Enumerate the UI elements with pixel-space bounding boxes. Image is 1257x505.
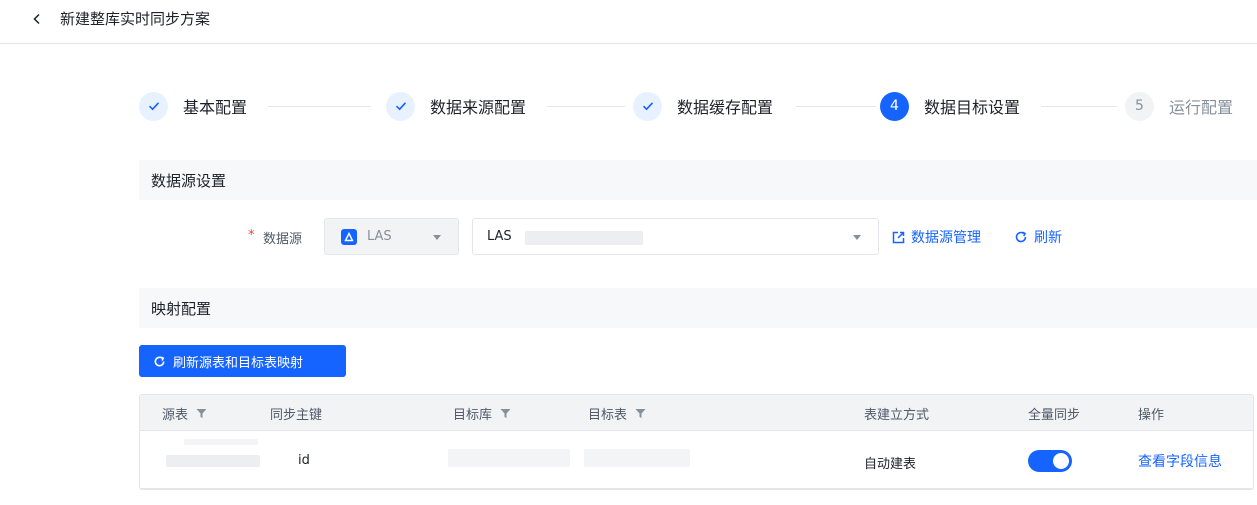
datasource-select[interactable]: LAS — [472, 218, 879, 255]
step-label: 数据缓存配置 — [677, 98, 774, 117]
column-header-target-db: 目标库 — [453, 404, 511, 423]
refresh-label: 刷新 — [1034, 230, 1062, 246]
view-fields-link[interactable]: 查看字段信息 — [1138, 451, 1222, 471]
table-row: id 自动建表 查看字段信息 — [140, 431, 1253, 489]
chevron-left-icon — [33, 13, 40, 25]
datasource-manage-label: 数据源管理 — [911, 230, 981, 246]
steps-bar: 基本配置 数据来源配置 数据缓存配置 4 数据目标设置 5 运行配置 — [139, 91, 1257, 121]
step-target-config[interactable]: 4 数据目标设置 — [880, 91, 1020, 121]
refresh-mapping-label: 刷新源表和目标表映射 — [173, 355, 304, 371]
column-label: 目标表 — [588, 408, 628, 423]
filter-icon[interactable] — [500, 408, 511, 419]
caret-down-icon — [853, 235, 861, 240]
step-number: 5 — [1125, 91, 1154, 121]
step-basic-config[interactable]: 基本配置 — [139, 91, 247, 121]
column-label: 源表 — [162, 408, 189, 423]
create-mode-cell: 自动建表 — [864, 457, 917, 472]
column-header-full-sync: 全量同步 — [1028, 404, 1080, 423]
required-mark: * — [248, 228, 255, 243]
column-header-target-table: 目标表 — [588, 404, 646, 423]
section-title-datasource: 数据源设置 — [139, 160, 1257, 200]
step-label: 数据目标设置 — [924, 98, 1021, 117]
column-label: 表建立方式 — [864, 408, 930, 423]
toggle-knob — [1053, 453, 1069, 469]
step-run-config[interactable]: 5 运行配置 — [1125, 91, 1233, 121]
full-sync-toggle[interactable] — [1028, 450, 1072, 472]
step-connector — [547, 106, 625, 107]
step-cache-config[interactable]: 数据缓存配置 — [633, 91, 773, 121]
caret-down-icon — [433, 235, 441, 240]
table-header: 源表 同步主键 目标库 目标表 表建立方式 全量同步 操作 — [140, 395, 1253, 431]
check-icon — [633, 91, 662, 121]
back-button[interactable] — [26, 8, 48, 30]
external-link-icon — [892, 231, 905, 243]
redacted-source-table — [184, 439, 258, 445]
top-bar: 新建整库实时同步方案 — [0, 0, 1257, 44]
step-connector — [268, 106, 371, 107]
datasource-label: 数据源 — [263, 232, 303, 247]
filter-icon[interactable] — [635, 408, 646, 419]
datasource-type-value: LAS — [367, 229, 392, 244]
filter-icon[interactable] — [196, 408, 207, 419]
step-connector — [1041, 106, 1117, 107]
redacted-source-table — [166, 455, 260, 467]
column-header-primary-key: 同步主键 — [270, 404, 322, 423]
column-header-source-table: 源表 — [162, 404, 207, 423]
step-source-config[interactable]: 数据来源配置 — [386, 91, 526, 121]
column-label: 全量同步 — [1028, 408, 1081, 423]
column-header-actions: 操作 — [1138, 404, 1164, 423]
column-label: 操作 — [1138, 408, 1165, 423]
column-label: 同步主键 — [270, 408, 323, 423]
datasource-manage-button[interactable]: 数据源管理 — [892, 227, 981, 247]
las-logo-icon — [341, 228, 357, 245]
redacted-target-db — [448, 449, 570, 467]
refresh-button[interactable]: 刷新 — [1014, 227, 1062, 247]
datasource-type-select[interactable]: LAS — [324, 218, 459, 255]
mapping-table: 源表 同步主键 目标库 目标表 表建立方式 全量同步 操作 id 自动建表 查看… — [139, 394, 1254, 490]
refresh-icon — [154, 355, 165, 366]
primary-key-cell: id — [298, 453, 310, 468]
page-title: 新建整库实时同步方案 — [60, 10, 211, 28]
step-label: 运行配置 — [1169, 98, 1234, 117]
section-title-mapping: 映射配置 — [139, 288, 1257, 328]
redacted-target-table — [584, 449, 690, 467]
check-icon — [139, 91, 168, 121]
check-icon — [386, 91, 415, 121]
step-connector — [796, 106, 876, 107]
column-label: 目标库 — [453, 408, 493, 423]
datasource-value: LAS — [487, 229, 512, 244]
redacted-text — [525, 231, 643, 245]
step-number: 4 — [880, 91, 909, 121]
datasource-form-row: * 数据源 LAS LAS 数据源管理 刷新 — [139, 218, 1257, 256]
refresh-mapping-button[interactable]: 刷新源表和目标表映射 — [139, 345, 346, 377]
refresh-icon — [1015, 231, 1027, 243]
column-header-create-mode: 表建立方式 — [864, 404, 929, 423]
step-label: 基本配置 — [183, 98, 248, 117]
step-label: 数据来源配置 — [430, 98, 527, 117]
